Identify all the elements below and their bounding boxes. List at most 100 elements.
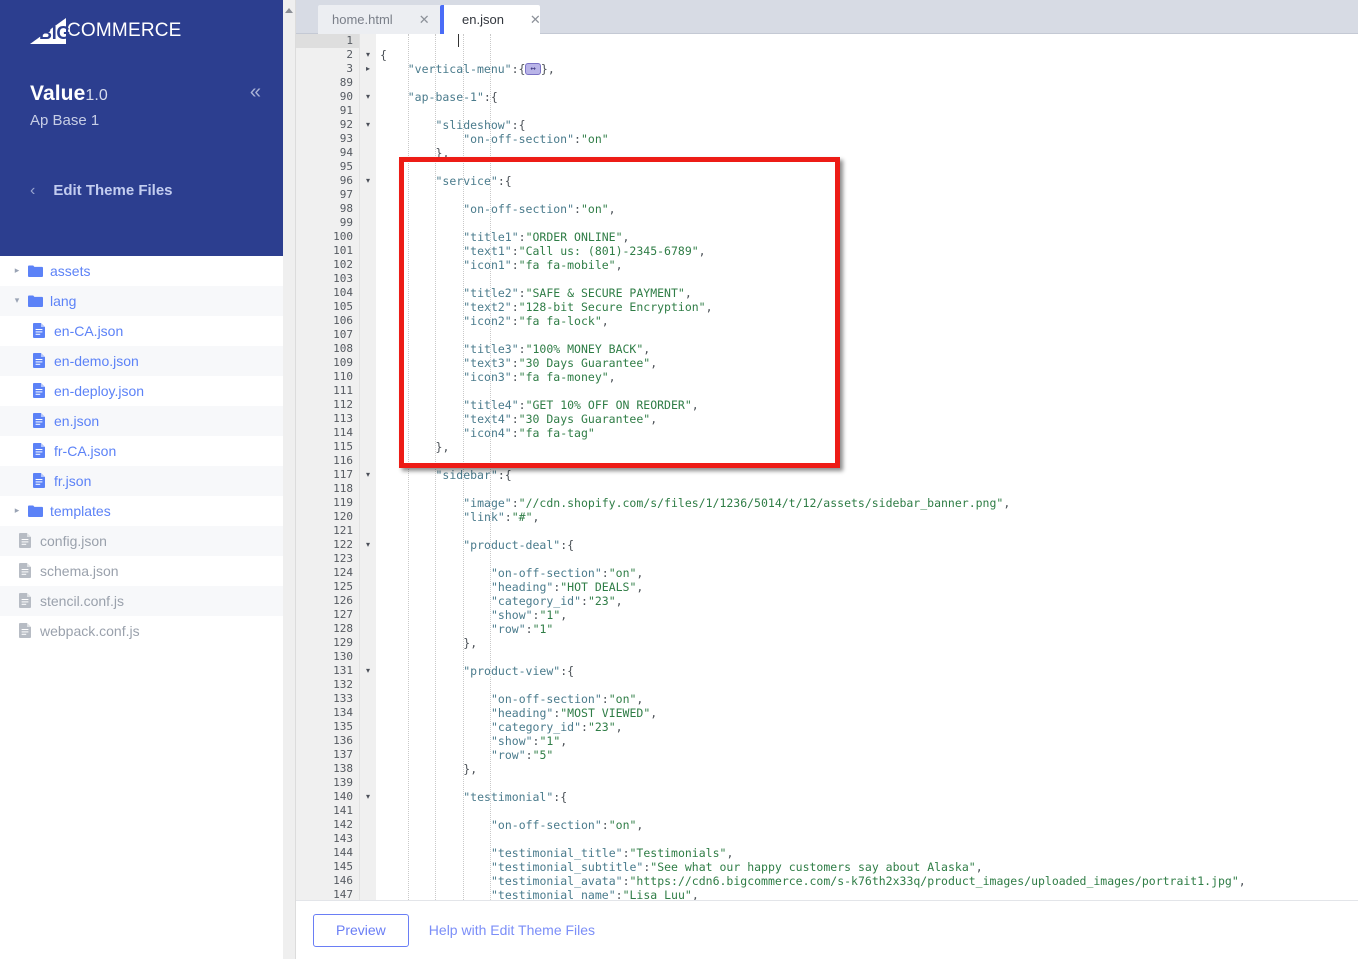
code-line[interactable]: { <box>376 48 1358 62</box>
fold-open-icon[interactable]: ▾ <box>360 790 376 804</box>
code-line[interactable]: "show":"1", <box>376 608 1358 622</box>
code-line[interactable]: "row":"5" <box>376 748 1358 762</box>
code-line[interactable] <box>376 776 1358 790</box>
close-icon[interactable]: ✕ <box>419 12 430 28</box>
tree-item-fr-json[interactable]: fr.json <box>0 466 283 496</box>
tree-item-assets[interactable]: ▸ assets <box>0 256 283 286</box>
close-icon[interactable]: ✕ <box>530 12 541 28</box>
code-line[interactable]: "heading":"MOST VIEWED", <box>376 706 1358 720</box>
collapsed-code-widget[interactable]: ↔ <box>525 62 541 75</box>
code-line[interactable]: "on-off-section":"on" <box>376 132 1358 146</box>
code-line[interactable]: "product-view":{ <box>376 664 1358 678</box>
code-line[interactable]: "title4":"GET 10% OFF ON REORDER", <box>376 398 1358 412</box>
code-line[interactable]: }, <box>376 146 1358 160</box>
code-line[interactable] <box>376 104 1358 118</box>
code-line[interactable] <box>376 454 1358 468</box>
code-line[interactable]: "testimonial_subtitle":"See what our hap… <box>376 860 1358 874</box>
fold-open-icon[interactable]: ▾ <box>360 48 376 62</box>
code-line[interactable]: "on-off-section":"on", <box>376 818 1358 832</box>
code-line[interactable] <box>376 76 1358 90</box>
caret-right-icon[interactable]: ▸ <box>10 505 24 516</box>
code-line[interactable] <box>376 328 1358 342</box>
code-line[interactable]: "text4":"30 Days Guarantee", <box>376 412 1358 426</box>
code-line[interactable]: "testimonial_title":"Testimonials", <box>376 846 1358 860</box>
fold-open-icon[interactable]: ▾ <box>360 174 376 188</box>
code-line[interactable]: "title1":"ORDER ONLINE", <box>376 230 1358 244</box>
code-line[interactable]: "slideshow":{ <box>376 118 1358 132</box>
code-line[interactable]: }, <box>376 762 1358 776</box>
tab-home-html[interactable]: home.html ✕ <box>318 5 448 34</box>
code-line[interactable]: "text3":"30 Days Guarantee", <box>376 356 1358 370</box>
caret-right-icon[interactable]: ▸ <box>10 265 24 276</box>
code-line[interactable] <box>376 482 1358 496</box>
fold-open-icon[interactable]: ▾ <box>360 90 376 104</box>
tree-item-config-json[interactable]: config.json <box>0 526 283 556</box>
code-line[interactable]: "on-off-section":"on", <box>376 692 1358 706</box>
tree-item-schema-json[interactable]: schema.json <box>0 556 283 586</box>
code-line[interactable]: "text2":"128-bit Secure Encryption", <box>376 300 1358 314</box>
code-line[interactable]: "testimonial":{ <box>376 790 1358 804</box>
code-line[interactable]: "testimonial_avata":"https://cdn6.bigcom… <box>376 874 1358 888</box>
code-line[interactable]: }, <box>376 440 1358 454</box>
code-line[interactable] <box>376 384 1358 398</box>
code-line[interactable] <box>376 678 1358 692</box>
code-line[interactable]: "icon2":"fa fa-lock", <box>376 314 1358 328</box>
code-fold-gutter[interactable]: ▾ ▸ ▾ ▾ ▾ ▾ ▾ ▾ ▾ <box>360 34 376 900</box>
code-line[interactable] <box>376 188 1358 202</box>
code-line[interactable]: "product-deal":{ <box>376 538 1358 552</box>
fold-open-icon[interactable]: ▾ <box>360 538 376 552</box>
code-line[interactable]: "testimonial_name":"Lisa Luu", <box>376 888 1358 900</box>
code-line[interactable]: "link":"#", <box>376 510 1358 524</box>
fold-open-icon[interactable]: ▾ <box>360 664 376 678</box>
code-line[interactable]: "sidebar":{ <box>376 468 1358 482</box>
tree-item-en-deploy-json[interactable]: en-deploy.json <box>0 376 283 406</box>
code-line[interactable] <box>376 552 1358 566</box>
code-line[interactable]: "show":"1", <box>376 734 1358 748</box>
fold-open-icon[interactable]: ▾ <box>360 468 376 482</box>
code-content[interactable]: { "vertical-menu":{↔}, "ap-base-1":{ "sl… <box>376 34 1358 900</box>
code-line[interactable]: "ap-base-1":{ <box>376 90 1358 104</box>
tree-item-en-demo-json[interactable]: en-demo.json <box>0 346 283 376</box>
code-line[interactable]: "on-off-section":"on", <box>376 202 1358 216</box>
fold-closed-icon[interactable]: ▸ <box>360 62 376 76</box>
chevron-left-icon[interactable]: ‹ <box>30 182 35 199</box>
code-line[interactable]: "image":"//cdn.shopify.com/s/files/1/123… <box>376 496 1358 510</box>
code-line[interactable] <box>376 272 1358 286</box>
code-line[interactable]: "icon3":"fa fa-money", <box>376 370 1358 384</box>
code-editor[interactable]: 1 2 3 89 90 91 92 93 94 95 96 97 98 99 100 101 102 103 104… <box>296 34 1358 900</box>
code-line[interactable]: "category_id":"23", <box>376 720 1358 734</box>
code-line[interactable] <box>376 216 1358 230</box>
code-line[interactable] <box>376 160 1358 174</box>
code-line[interactable]: "icon1":"fa fa-mobile", <box>376 258 1358 272</box>
tree-item-en-ca-json[interactable]: en-CA.json <box>0 316 283 346</box>
code-line[interactable]: "heading":"HOT DEALS", <box>376 580 1358 594</box>
tree-item-fr-ca-json[interactable]: fr-CA.json <box>0 436 283 466</box>
code-line[interactable]: "on-off-section":"on", <box>376 566 1358 580</box>
tree-item-en-json[interactable]: en.json <box>0 406 283 436</box>
tree-item-templates[interactable]: ▸ templates <box>0 496 283 526</box>
help-link[interactable]: Help with Edit Theme Files <box>429 922 595 938</box>
code-line[interactable]: "row":"1" <box>376 622 1358 636</box>
code-line[interactable] <box>376 650 1358 664</box>
code-line[interactable] <box>376 804 1358 818</box>
caret-down-icon[interactable]: ▾ <box>10 295 24 306</box>
edit-theme-files-nav[interactable]: ‹ Edit Theme Files <box>30 182 173 199</box>
double-chevron-left-icon[interactable]: « <box>250 82 261 102</box>
code-line[interactable] <box>376 832 1358 846</box>
code-line[interactable]: "icon4":"fa fa-tag" <box>376 426 1358 440</box>
preview-button[interactable]: Preview <box>313 913 409 947</box>
tree-item-stencil-conf-js[interactable]: stencil.conf.js <box>0 586 283 616</box>
code-line[interactable]: "title3":"100% MONEY BACK", <box>376 342 1358 356</box>
code-line[interactable]: }, <box>376 636 1358 650</box>
pane-collapse-strip[interactable] <box>283 0 296 959</box>
code-line[interactable]: "category_id":"23", <box>376 594 1358 608</box>
code-line[interactable] <box>376 34 1358 48</box>
code-line[interactable]: "vertical-menu":{↔}, <box>376 62 1358 76</box>
code-line[interactable]: "text1":"Call us: (801)-2345-6789", <box>376 244 1358 258</box>
fold-open-icon[interactable]: ▾ <box>360 118 376 132</box>
code-line[interactable]: "title2":"SAFE & SECURE PAYMENT", <box>376 286 1358 300</box>
code-line[interactable]: "service":{ <box>376 174 1358 188</box>
tab-en-json[interactable]: en.json ✕ <box>440 5 541 34</box>
scroll-up-arrow-icon[interactable] <box>285 8 293 13</box>
tree-item-webpack-conf-js[interactable]: webpack.conf.js <box>0 616 283 646</box>
